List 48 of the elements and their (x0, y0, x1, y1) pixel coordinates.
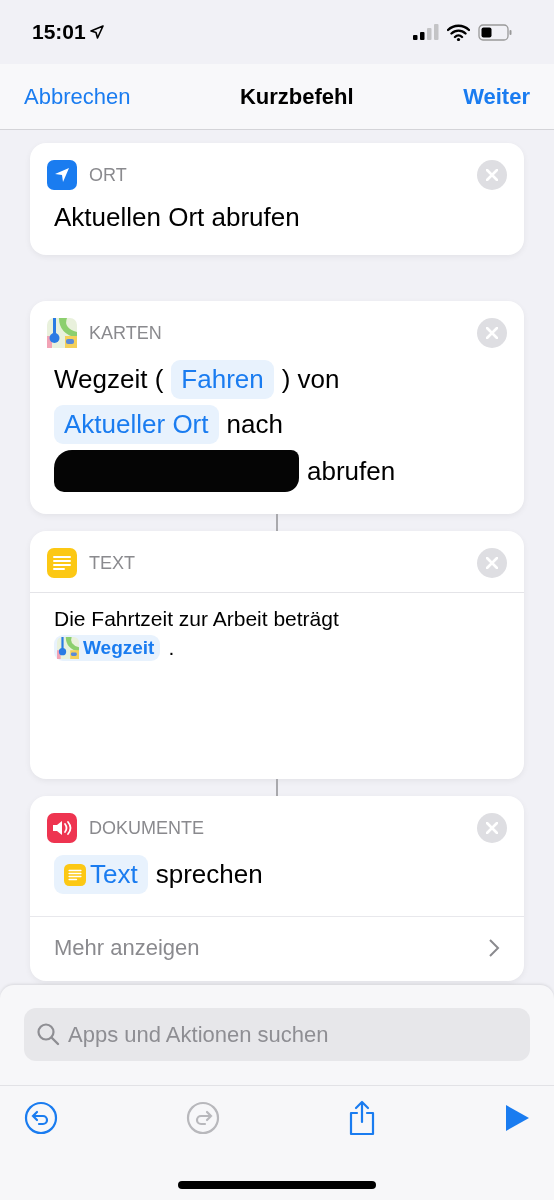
close-button[interactable] (477, 813, 507, 843)
map-icon (57, 637, 79, 659)
undo-icon (24, 1101, 58, 1135)
action-text: sprechen (155, 859, 263, 890)
app-label: ORT (89, 164, 128, 186)
close-button[interactable] (477, 160, 507, 190)
wifi-icon (447, 23, 470, 41)
variable-chip[interactable]: Fahren (171, 360, 274, 399)
chevron-right-icon (488, 938, 500, 958)
location-arrow-icon (89, 25, 104, 39)
close-icon (486, 327, 498, 339)
search-field[interactable]: Apps und Aktionen suchen (24, 1008, 530, 1061)
play-icon (504, 1104, 530, 1132)
battery-icon (478, 23, 512, 41)
text-app-icon (47, 548, 77, 578)
action-text: nach (226, 409, 283, 440)
app-label: DOKUMENTE (89, 817, 205, 839)
action-text: Wegzeit ( (54, 364, 164, 395)
close-icon (486, 822, 498, 834)
action-text: . (168, 636, 175, 660)
toolbar-button[interactable] (504, 1104, 530, 1132)
action-text: ) von (281, 364, 340, 395)
action-text: abrufen (307, 455, 396, 487)
speaker-app-icon (47, 813, 77, 843)
share-icon (348, 1100, 376, 1136)
text-lines-icon (64, 863, 86, 886)
toolbar-button[interactable] (348, 1100, 376, 1136)
close-button[interactable] (477, 548, 507, 578)
show-more-row[interactable]: Mehr anzeigen (30, 916, 524, 981)
toolbar-button[interactable] (24, 1101, 58, 1135)
location-app-icon (47, 160, 77, 190)
next-button[interactable]: Weiter (463, 83, 530, 110)
status-time: 15:01 (32, 20, 86, 44)
variable-chip[interactable]: Text (54, 855, 148, 894)
cancel-button[interactable]: Abbrechen (24, 83, 131, 110)
close-button[interactable] (477, 318, 507, 348)
close-icon (486, 169, 498, 181)
variable-chip[interactable]: Wegzeit (54, 635, 161, 661)
variable-chip[interactable]: Aktueller Ort (54, 405, 219, 444)
map-app-icon (47, 318, 77, 348)
signal-icon (413, 24, 439, 40)
action-text: Aktuellen Ort abrufen (54, 202, 300, 233)
app-label: TEXT (89, 552, 136, 574)
app-label: KARTEN (89, 322, 163, 344)
redo-icon (186, 1101, 220, 1135)
close-icon (486, 557, 498, 569)
nav-title: Kurzbefehl (239, 83, 354, 110)
action-text: Die Fahrtzeit zur Arbeit beträgt (54, 607, 339, 631)
